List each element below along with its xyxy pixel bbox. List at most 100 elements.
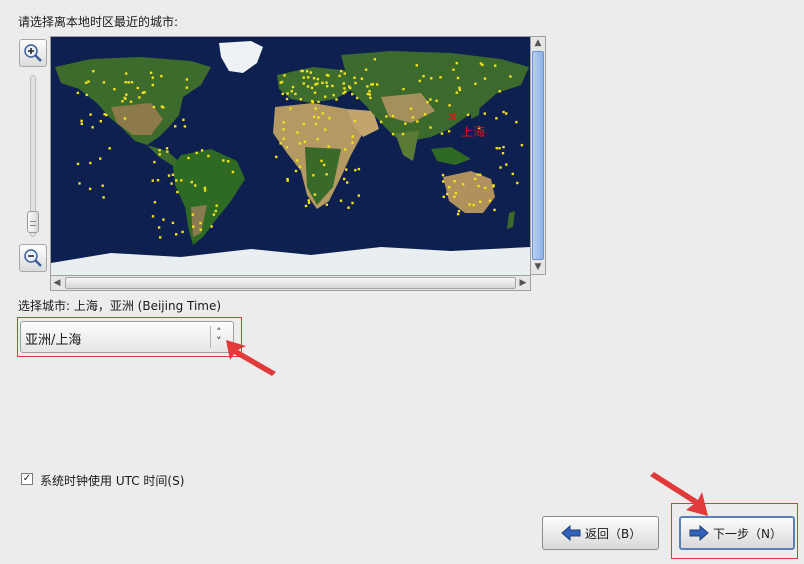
city-dot[interactable] — [212, 213, 216, 216]
city-dot[interactable] — [162, 218, 165, 221]
city-dot[interactable] — [299, 98, 302, 101]
city-dot[interactable] — [340, 69, 343, 73]
city-dot[interactable] — [495, 117, 498, 120]
city-dot[interactable] — [320, 159, 323, 163]
city-dot[interactable] — [286, 92, 289, 95]
city-dot[interactable] — [214, 209, 217, 213]
city-dot[interactable] — [442, 195, 445, 198]
city-dot[interactable] — [313, 193, 317, 196]
city-dot[interactable] — [342, 92, 345, 95]
city-dot[interactable] — [129, 100, 133, 103]
city-dot[interactable] — [195, 151, 198, 155]
city-dot[interactable] — [346, 181, 349, 184]
city-dot[interactable] — [171, 173, 175, 176]
city-dot[interactable] — [92, 70, 95, 73]
city-dot[interactable] — [479, 200, 482, 204]
city-dot[interactable] — [123, 117, 127, 120]
city-dot[interactable] — [456, 76, 460, 80]
city-dot[interactable] — [458, 86, 461, 89]
city-dot[interactable] — [160, 74, 163, 78]
city-dot[interactable] — [101, 184, 104, 187]
city-dot[interactable] — [483, 112, 486, 115]
city-dot[interactable] — [166, 150, 169, 153]
city-dot[interactable] — [314, 83, 317, 86]
vertical-scroll-thumb[interactable] — [532, 51, 544, 260]
city-dot[interactable] — [498, 147, 501, 150]
city-dot[interactable] — [226, 160, 230, 163]
city-dot[interactable] — [185, 78, 189, 81]
city-dot[interactable] — [404, 122, 407, 125]
city-dot[interactable] — [468, 203, 471, 206]
city-dot[interactable] — [453, 195, 456, 198]
city-dot[interactable] — [199, 221, 202, 225]
city-dot[interactable] — [351, 135, 354, 138]
city-dot[interactable] — [160, 105, 164, 108]
city-dot[interactable] — [207, 154, 210, 158]
city-dot[interactable] — [474, 177, 477, 181]
city-dot[interactable] — [314, 107, 317, 110]
back-button[interactable]: 返回（B） — [542, 516, 659, 550]
city-dot[interactable] — [306, 85, 310, 88]
city-dot[interactable] — [294, 92, 297, 96]
city-dot[interactable] — [285, 97, 289, 101]
city-dot[interactable] — [515, 120, 518, 124]
city-dot[interactable] — [159, 236, 162, 239]
city-dot[interactable] — [502, 110, 505, 114]
city-dot[interactable] — [89, 161, 92, 165]
city-dot[interactable] — [355, 96, 359, 100]
city-dot[interactable] — [285, 146, 289, 149]
city-dot[interactable] — [501, 152, 505, 155]
city-dot[interactable] — [312, 115, 316, 118]
city-dot[interactable] — [409, 107, 413, 110]
city-dot[interactable] — [391, 132, 395, 136]
city-dot[interactable] — [91, 126, 94, 129]
city-dot[interactable] — [354, 81, 357, 85]
city-dot[interactable] — [302, 82, 305, 85]
city-dot[interactable] — [123, 96, 126, 100]
city-dot[interactable] — [477, 184, 480, 188]
city-dot[interactable] — [296, 131, 299, 134]
city-dot[interactable] — [194, 184, 197, 187]
city-dot[interactable] — [76, 91, 80, 95]
city-dot[interactable] — [303, 140, 307, 143]
city-dot[interactable] — [509, 75, 512, 78]
city-dot[interactable] — [87, 80, 90, 83]
city-dot[interactable] — [369, 96, 372, 100]
city-dot[interactable] — [493, 208, 496, 212]
city-dot[interactable] — [343, 177, 346, 181]
city-dot[interactable] — [488, 199, 492, 202]
city-dot[interactable] — [328, 116, 331, 120]
city-dot[interactable] — [483, 77, 487, 80]
city-dot[interactable] — [373, 58, 377, 61]
zoom-out-button[interactable] — [19, 244, 47, 272]
city-dot[interactable] — [351, 141, 354, 144]
city-dot[interactable] — [347, 206, 350, 209]
city-dot[interactable] — [185, 86, 188, 89]
city-dot[interactable] — [85, 93, 88, 97]
city-dot[interactable] — [84, 81, 88, 84]
city-dot[interactable] — [99, 120, 102, 123]
city-dot[interactable] — [479, 173, 482, 176]
scroll-up-icon[interactable]: ▲ — [532, 37, 544, 49]
city-dot[interactable] — [203, 186, 207, 190]
city-dot[interactable] — [338, 74, 341, 78]
city-dot[interactable] — [418, 79, 421, 83]
map-vertical-scrollbar[interactable]: ▲ ▼ — [530, 36, 546, 275]
city-dot[interactable] — [151, 76, 154, 79]
city-dot[interactable] — [124, 81, 127, 84]
city-dot[interactable] — [357, 194, 360, 197]
city-dot[interactable] — [88, 187, 92, 191]
city-dot[interactable] — [307, 199, 310, 202]
city-dot[interactable] — [354, 168, 357, 172]
city-dot[interactable] — [286, 177, 289, 181]
city-dot[interactable] — [426, 101, 429, 104]
city-dot[interactable] — [175, 233, 178, 236]
city-dot[interactable] — [310, 86, 314, 90]
city-dot[interactable] — [282, 128, 285, 131]
city-dot[interactable] — [317, 100, 320, 104]
city-dot[interactable] — [181, 230, 184, 234]
city-dot[interactable] — [466, 113, 470, 116]
city-dot[interactable] — [203, 189, 207, 192]
city-dot[interactable] — [121, 100, 124, 103]
zoom-slider-handle[interactable] — [27, 211, 39, 233]
